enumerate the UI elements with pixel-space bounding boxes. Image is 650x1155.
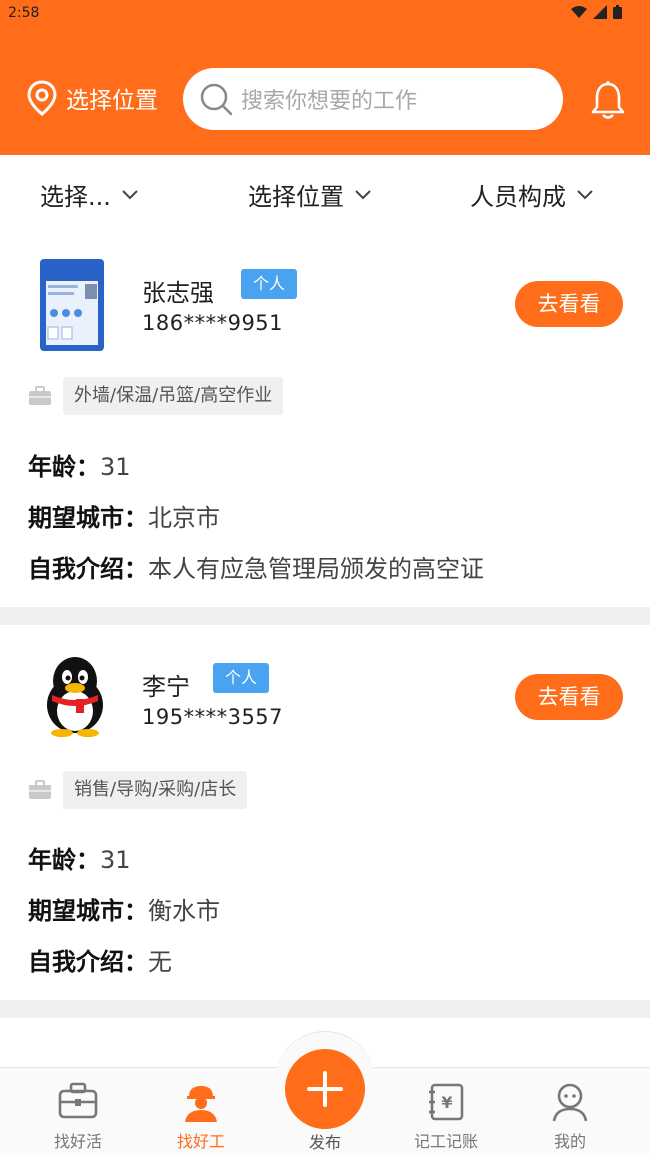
filter-location-label: 选择位置 bbox=[248, 183, 344, 211]
battery-icon bbox=[613, 5, 622, 19]
status-icons bbox=[570, 5, 622, 23]
avatar bbox=[40, 653, 110, 737]
worker-icon bbox=[185, 1086, 217, 1122]
signal-icon bbox=[592, 5, 607, 19]
age-label: 年龄： bbox=[28, 453, 100, 481]
skills-chip: 销售/导购/采购/店长 bbox=[63, 771, 248, 809]
skills-row: 销售/导购/采购/店长 bbox=[28, 771, 248, 809]
filter-category[interactable]: 选择... bbox=[40, 177, 139, 212]
age-value: 31 bbox=[100, 453, 131, 481]
avatar bbox=[38, 257, 108, 353]
city-value: 衡水市 bbox=[148, 897, 220, 925]
worker-phone: 186****9951 bbox=[142, 311, 284, 335]
city-line: 期望城市：衡水市 bbox=[28, 891, 220, 926]
worker-name: 张志强 bbox=[142, 279, 214, 307]
search-icon bbox=[200, 83, 233, 116]
view-worker-button[interactable]: 去看看 bbox=[515, 281, 623, 327]
top-header: 2:58 选择位置 搜索你想要的工作 bbox=[0, 0, 650, 155]
chevron-down-icon bbox=[122, 189, 138, 199]
tab-find-work[interactable]: 找好活 bbox=[18, 1068, 138, 1155]
status-bar: 2:58 bbox=[0, 0, 650, 28]
intro-line: 自我介绍：无 bbox=[28, 942, 172, 977]
skills-row: 外墙/保温/吊篮/高空作业 bbox=[28, 377, 284, 415]
filter-personnel[interactable]: 人员构成 bbox=[470, 177, 594, 212]
card-divider bbox=[0, 607, 650, 625]
view-worker-button[interactable]: 去看看 bbox=[515, 674, 623, 720]
filter-category-label: 选择... bbox=[40, 183, 111, 211]
briefcase-icon bbox=[58, 1082, 98, 1119]
tab-ledger-label: 记工记账 bbox=[413, 1132, 478, 1151]
city-label: 期望城市： bbox=[28, 897, 148, 925]
tab-find-work-label: 找好活 bbox=[53, 1132, 102, 1151]
location-label: 选择位置 bbox=[66, 88, 158, 114]
location-pin-icon bbox=[27, 80, 57, 116]
card-divider bbox=[0, 1000, 650, 1018]
intro-label: 自我介绍： bbox=[28, 948, 148, 976]
worker-card[interactable]: 张志强 个人 186****9951 去看看 外墙/保温/吊篮/高空作业 年龄：… bbox=[0, 235, 650, 607]
intro-line: 自我介绍：本人有应急管理局颁发的高空证 bbox=[28, 549, 484, 584]
city-value: 北京市 bbox=[148, 504, 220, 532]
notification-button[interactable] bbox=[590, 80, 626, 124]
plus-icon bbox=[307, 1071, 343, 1107]
filter-bar: 选择... 选择位置 人员构成 bbox=[0, 155, 650, 235]
intro-label: 自我介绍： bbox=[28, 555, 148, 583]
publish-label: 发布 bbox=[308, 1133, 341, 1152]
intro-value: 无 bbox=[148, 948, 172, 976]
location-selector[interactable]: 选择位置 bbox=[26, 80, 158, 116]
age-label: 年龄： bbox=[28, 846, 100, 874]
intro-value: 本人有应急管理局颁发的高空证 bbox=[148, 555, 484, 583]
filter-location[interactable]: 选择位置 bbox=[248, 177, 372, 212]
age-line: 年龄：31 bbox=[28, 840, 131, 875]
city-line: 期望城市：北京市 bbox=[28, 498, 220, 533]
filter-personnel-label: 人员构成 bbox=[470, 183, 566, 211]
tab-profile-label: 我的 bbox=[553, 1132, 586, 1151]
worker-name: 李宁 bbox=[142, 673, 190, 701]
briefcase-icon bbox=[29, 780, 51, 799]
profile-icon bbox=[552, 1083, 588, 1122]
chevron-down-icon bbox=[355, 189, 371, 199]
search-placeholder: 搜索你想要的工作 bbox=[241, 89, 418, 114]
age-value: 31 bbox=[100, 846, 131, 874]
tab-find-workers[interactable]: 找好工 bbox=[141, 1068, 261, 1155]
tab-profile[interactable]: 我的 bbox=[510, 1068, 630, 1155]
briefcase-icon bbox=[29, 386, 51, 405]
svg-text:¥: ¥ bbox=[441, 1093, 452, 1112]
city-label: 期望城市： bbox=[28, 504, 148, 532]
ledger-icon: ¥ bbox=[429, 1083, 464, 1121]
search-input[interactable]: 搜索你想要的工作 bbox=[183, 68, 563, 130]
tab-find-workers-label: 找好工 bbox=[176, 1132, 225, 1151]
tab-ledger[interactable]: ¥ 记工记账 bbox=[386, 1068, 506, 1155]
age-line: 年龄：31 bbox=[28, 447, 131, 482]
worker-type-badge: 个人 bbox=[213, 663, 270, 693]
bell-icon bbox=[591, 81, 625, 119]
wifi-icon bbox=[570, 6, 587, 18]
chevron-down-icon bbox=[577, 189, 593, 199]
worker-card[interactable]: 李宁 个人 195****3557 去看看 销售/导购/采购/店长 年龄：31 … bbox=[0, 625, 650, 1000]
publish-button[interactable] bbox=[285, 1049, 365, 1129]
worker-type-badge: 个人 bbox=[241, 269, 298, 299]
worker-phone: 195****3557 bbox=[142, 705, 284, 729]
status-time: 2:58 bbox=[8, 5, 40, 21]
skills-chip: 外墙/保温/吊篮/高空作业 bbox=[63, 377, 284, 415]
